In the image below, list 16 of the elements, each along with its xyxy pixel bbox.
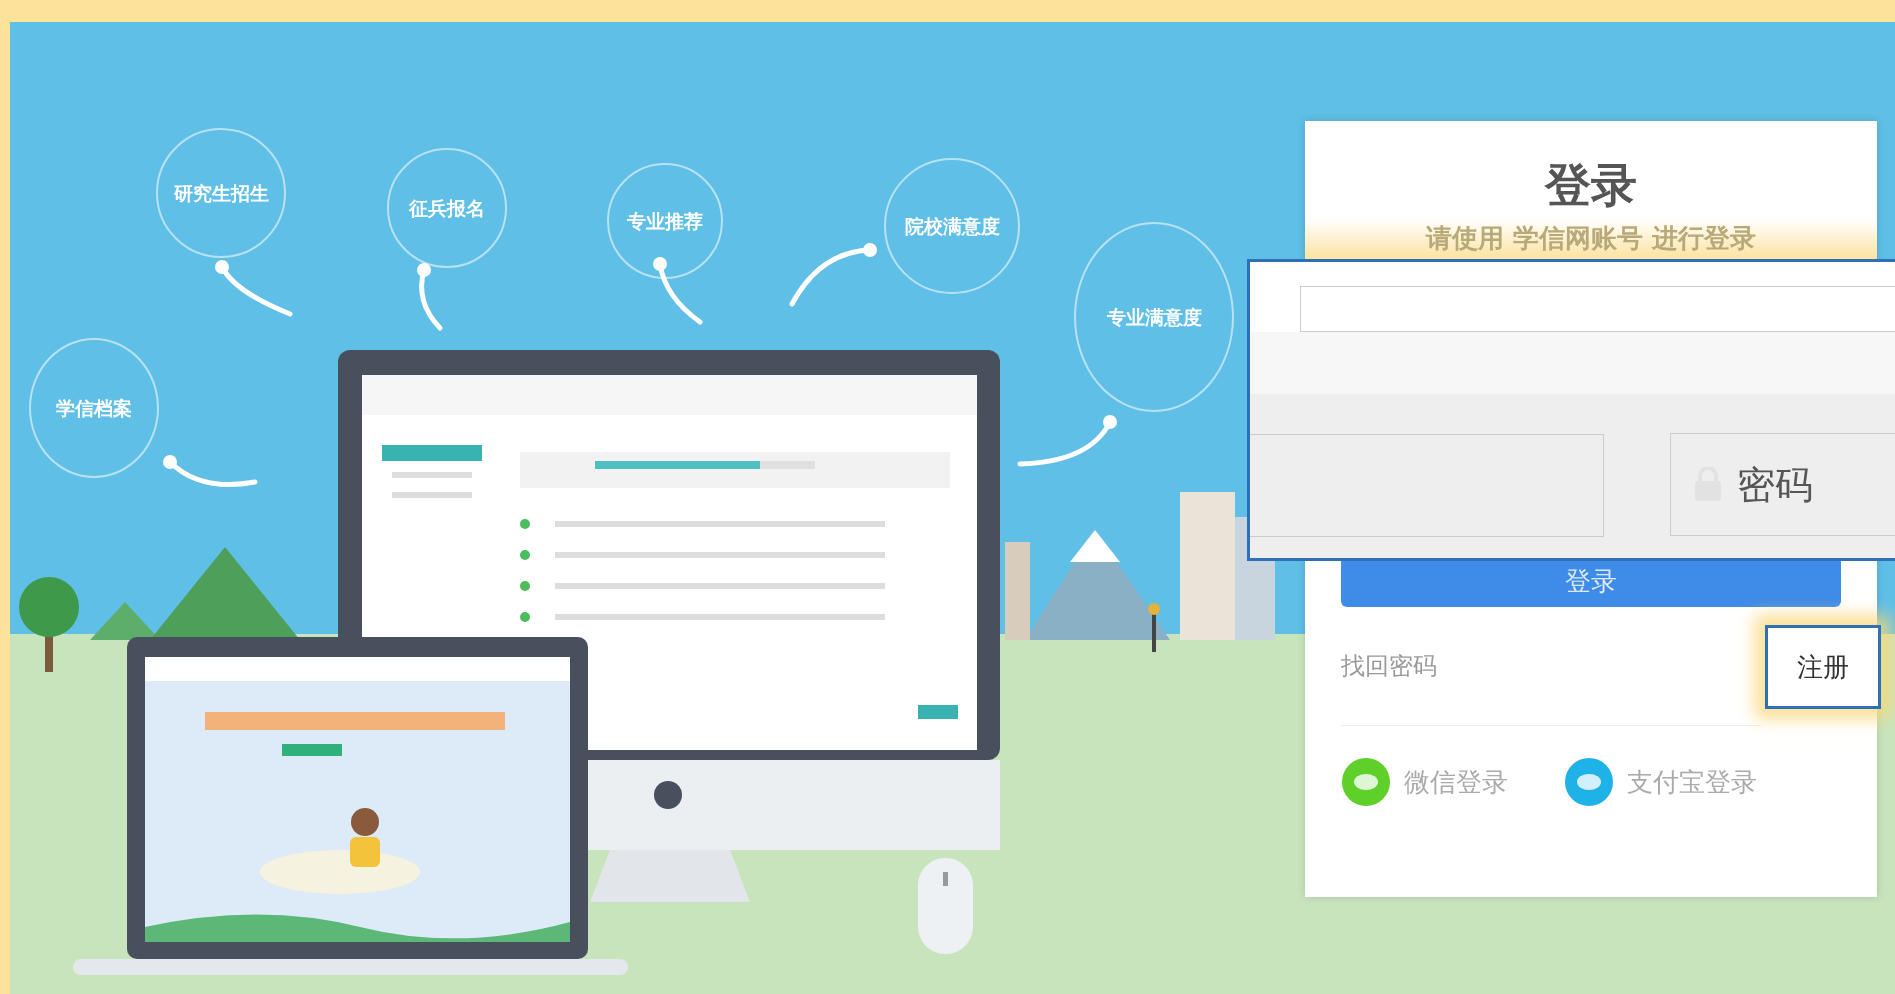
social-login-link[interactable]: 微信登录 xyxy=(1342,758,1508,806)
input-field[interactable] xyxy=(1250,434,1604,537)
password-field[interactable]: 密码 xyxy=(1670,433,1895,536)
curved-arrow xyxy=(653,257,703,325)
curved-arrow xyxy=(417,263,443,331)
social-login-link[interactable]: 支付宝登录 xyxy=(1565,758,1757,806)
login-subtitle: 请使用 学信网账号 进行登录 xyxy=(1305,219,1877,259)
feature-bubble[interactable]: 专业满意度 xyxy=(1074,222,1234,412)
username-field[interactable] xyxy=(1300,286,1895,332)
feature-bubble[interactable]: 研究生招生 xyxy=(156,128,286,258)
feature-bubble[interactable]: 学信档案 xyxy=(29,338,159,478)
register-button[interactable]: 注册 xyxy=(1765,625,1881,709)
forgot-password-link[interactable]: 找回密码 xyxy=(1341,648,1437,684)
login-title: 登录 xyxy=(1543,157,1638,214)
feature-bubble[interactable]: 院校满意度 xyxy=(884,158,1020,294)
circle-logo-icon xyxy=(1565,758,1613,806)
